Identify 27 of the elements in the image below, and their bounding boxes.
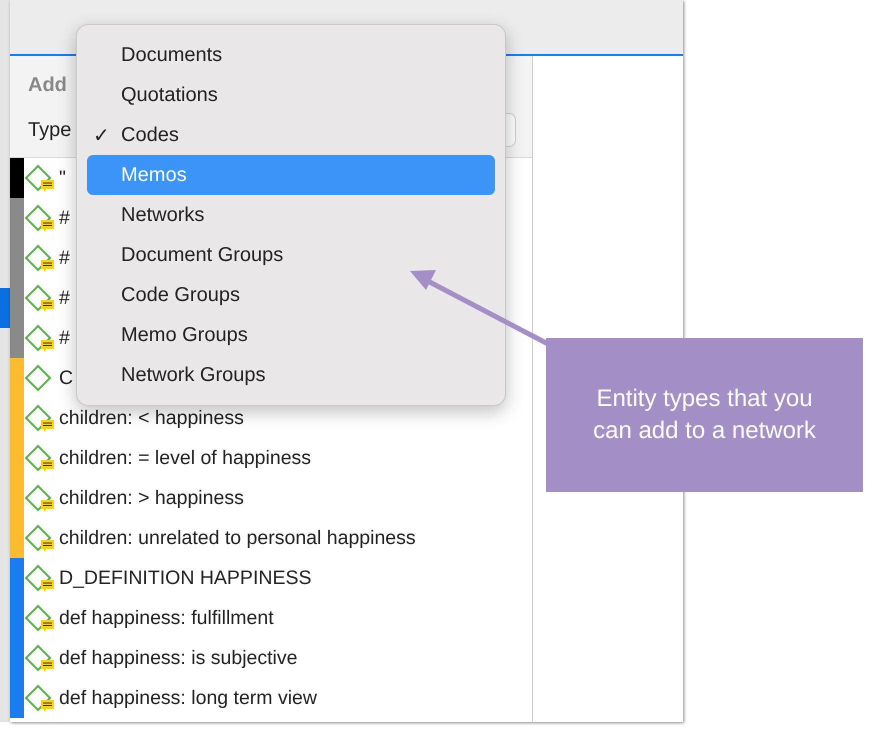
menu-item[interactable]: Memo Groups <box>87 315 495 355</box>
menu-item[interactable]: Document Groups <box>87 235 495 275</box>
code-label[interactable]: # <box>59 286 70 310</box>
code-label[interactable]: # <box>59 246 70 270</box>
checkmark-icon: ✓ <box>93 122 110 148</box>
menu-item[interactable]: Documents <box>87 35 495 75</box>
menu-item[interactable]: Network Groups <box>87 355 495 395</box>
code-label[interactable]: children: > happiness <box>59 486 244 510</box>
code-label[interactable]: # <box>59 326 70 350</box>
code-label[interactable]: children: unrelated to personal happiness <box>59 526 416 550</box>
code-label[interactable]: def happiness: fulfillment <box>59 606 274 630</box>
panel-heading: Add <box>28 74 67 97</box>
code-label[interactable]: " <box>59 166 66 190</box>
code-label[interactable]: children: = level of happiness <box>59 446 312 470</box>
menu-item[interactable]: Networks <box>87 195 495 235</box>
code-label[interactable]: # <box>59 206 70 230</box>
sidebar-selection <box>0 288 10 328</box>
code-label[interactable]: C <box>59 366 74 390</box>
type-label: Type <box>28 118 72 142</box>
code-label[interactable]: D_DEFINITION HAPPINESS <box>59 566 312 590</box>
code-label[interactable]: children: < happiness <box>59 406 244 430</box>
menu-item[interactable]: Code Groups <box>87 275 495 315</box>
annotation-callout: Entity types that you can add to a network <box>546 338 863 492</box>
code-label[interactable]: def happiness: is subjective <box>59 646 298 670</box>
code-label[interactable]: def happiness: long term view <box>59 686 317 710</box>
menu-item[interactable]: ✓ Codes <box>87 115 495 155</box>
menu-item[interactable]: Quotations <box>87 75 495 115</box>
